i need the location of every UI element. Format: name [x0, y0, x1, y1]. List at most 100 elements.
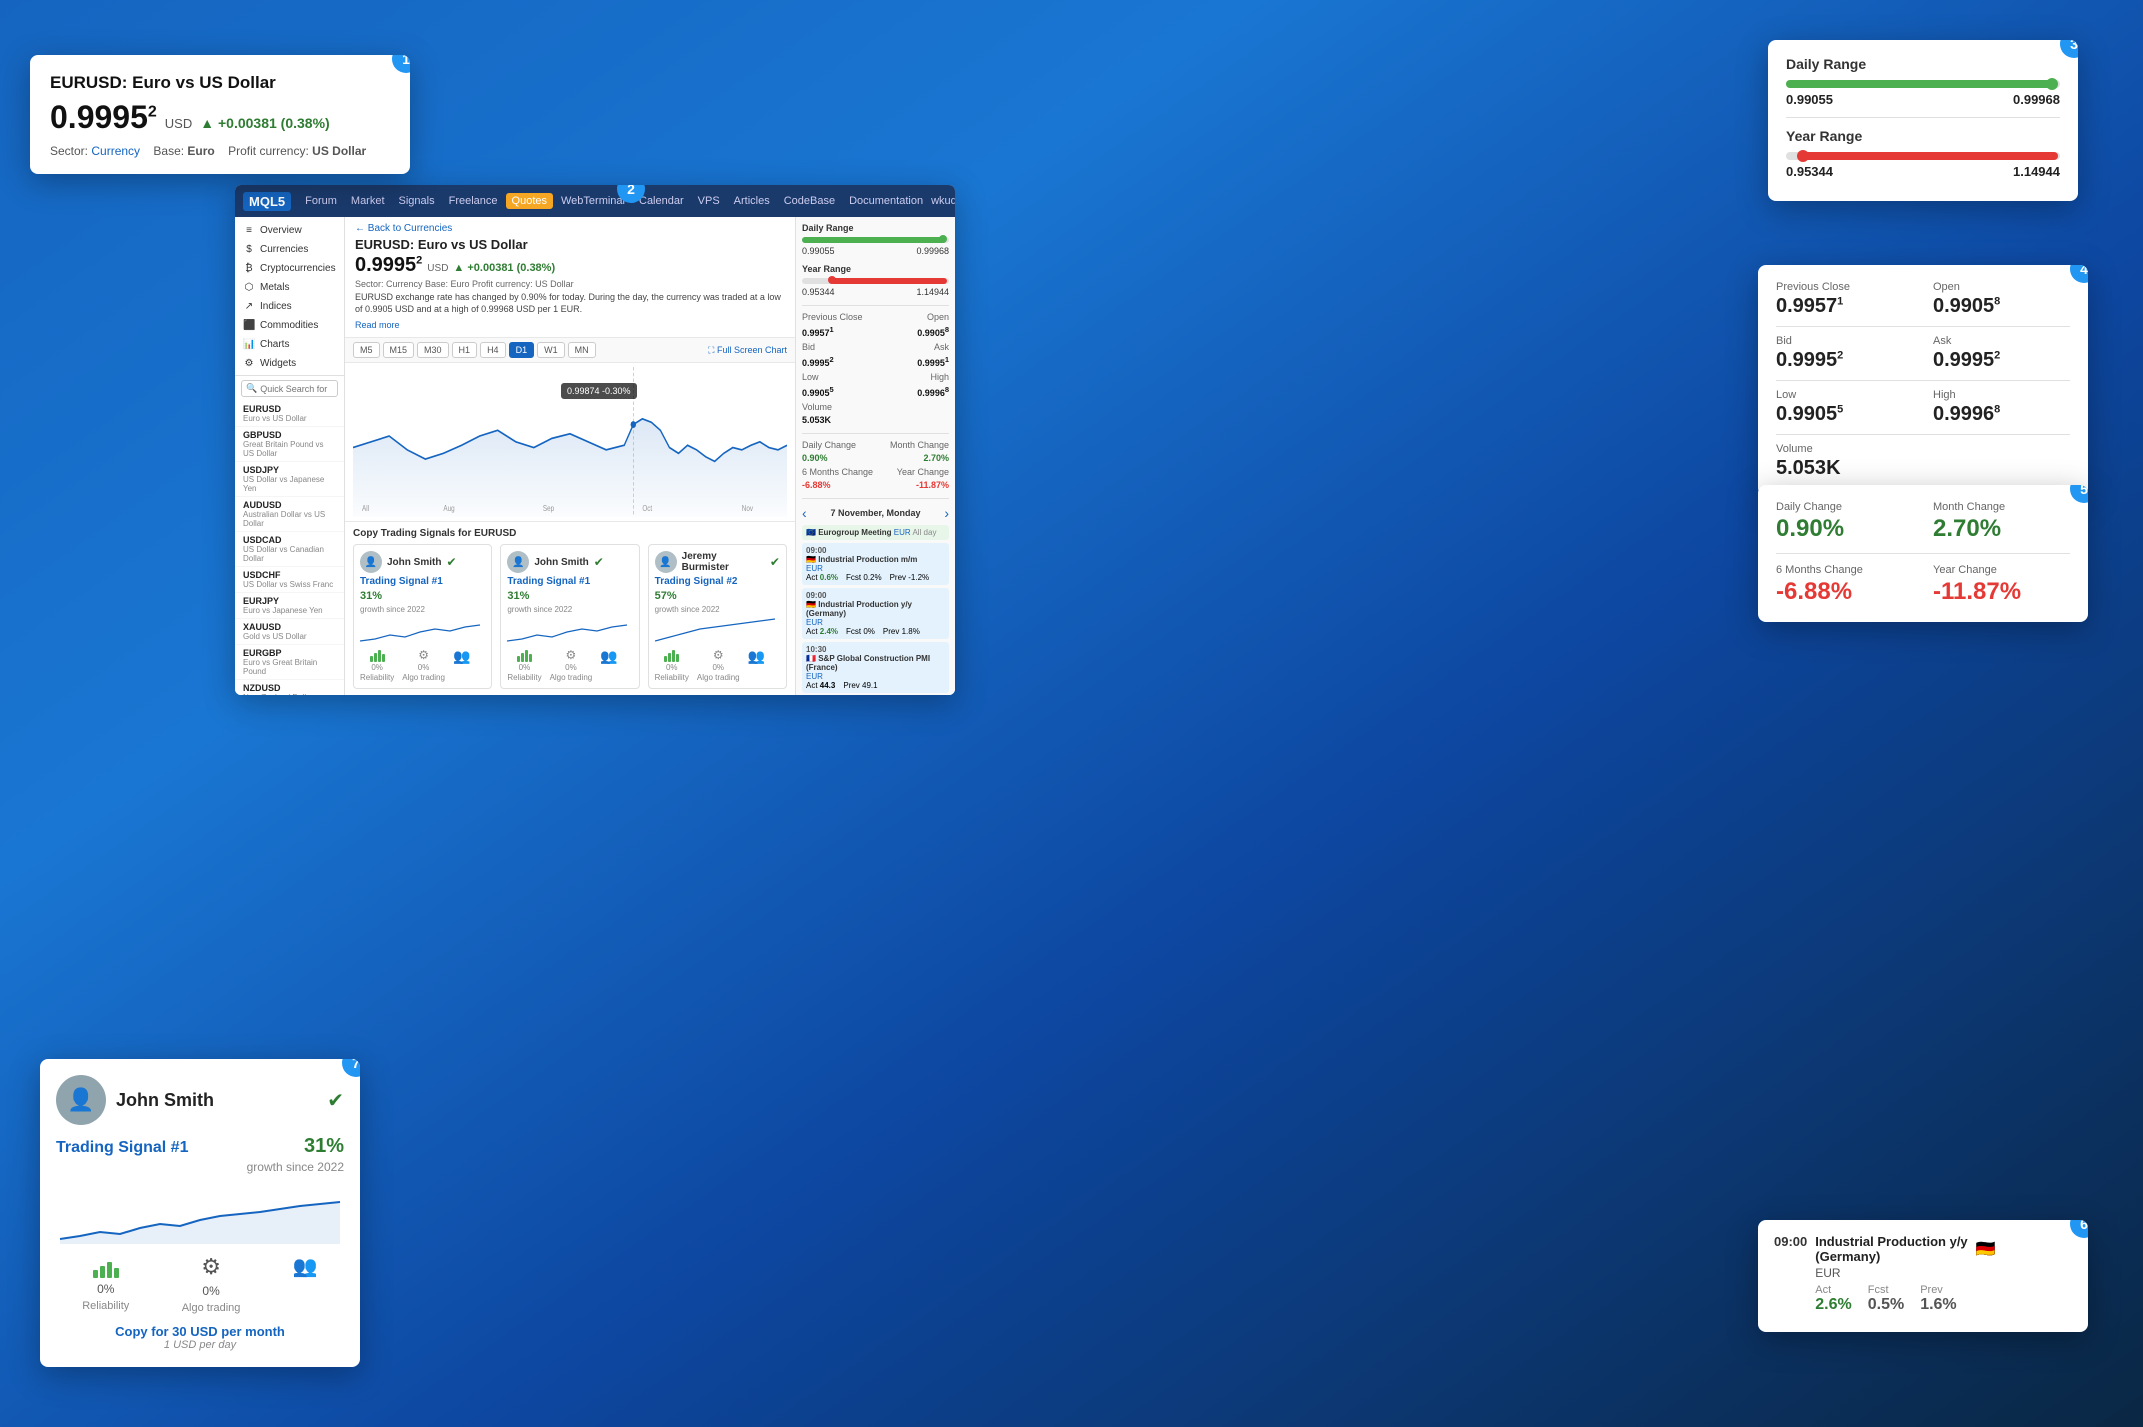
signal-check-icon: ✔	[446, 555, 456, 569]
sidebar-item-indices[interactable]: ↗ Indices	[235, 297, 344, 316]
stat-divider	[1776, 326, 2070, 327]
badge-7: 7	[342, 1059, 360, 1077]
sidebar-item-metals[interactable]: ⬡ Metals	[235, 278, 344, 297]
time-period-bar: M5 M15 M30 H1 H4 D1 W1 MN ⛶ Full Screen …	[345, 338, 795, 363]
signal-chart-mini	[507, 617, 632, 645]
bid-value: 0.99952	[1776, 349, 1913, 372]
nav-freelance[interactable]: Freelance	[443, 193, 504, 209]
event-title-row: Industrial Production y/y (Germany) 🇩🇪	[1815, 1234, 2072, 1264]
sidebar-item-crypto[interactable]: ₿ Cryptocurrencies	[235, 259, 344, 278]
cal-header: ‹ 7 November, Monday ›	[802, 505, 949, 521]
back-link[interactable]: ← Back to Currencies	[355, 223, 785, 234]
badge-6: 6	[2070, 1220, 2088, 1238]
list-item[interactable]: USDJPYUS Dollar vs Japanese Yen	[235, 462, 344, 497]
algo-stat: ⚙ 0% Algo trading	[697, 648, 740, 682]
range-divider	[1786, 117, 2060, 118]
rp-divider-3	[802, 498, 949, 499]
signal-name[interactable]: Trading Signal #1	[56, 1139, 188, 1157]
signal-user-row: 👤 John Smith ✔	[507, 551, 632, 573]
quote-change: ▲ +0.00381 (0.38%)	[200, 115, 329, 131]
sidebar-item-widgets[interactable]: ⚙ Widgets	[235, 354, 344, 373]
search-input[interactable]	[260, 384, 330, 394]
signal-link[interactable]: Trading Signal #1	[507, 576, 632, 587]
event-flag: 🇩🇪	[806, 555, 816, 564]
bar	[664, 656, 667, 662]
sidebar-item-currencies[interactable]: $ Currencies	[235, 240, 344, 259]
list-item[interactable]: GBPUSDGreat Britain Pound vs US Dollar	[235, 427, 344, 462]
badge-4: 4	[2070, 265, 2088, 283]
signal-card: 👤 John Smith ✔ Trading Signal #1 31% gro…	[353, 544, 492, 689]
period-d1[interactable]: D1	[509, 342, 535, 358]
people-icon: 👥	[600, 648, 617, 665]
people-icon: 👥	[293, 1254, 318, 1279]
month-change-section: Month Change 2.70%	[1933, 501, 2070, 543]
list-item[interactable]: NZDUSDNew Zealand Dollar vs US Dollar	[235, 680, 344, 695]
list-item[interactable]: USDCHFUS Dollar vs Swiss Franc	[235, 567, 344, 593]
sidebar-item-overview[interactable]: ≡ Overview	[235, 221, 344, 240]
year-range-container: 0.95344 1.14944	[1786, 152, 2060, 179]
act-value: 2.6%	[1815, 1296, 1851, 1314]
range-dot-red	[1797, 150, 1809, 162]
nav-docs[interactable]: Documentation	[843, 193, 929, 209]
search-bar[interactable]: 🔍	[241, 380, 338, 397]
year-range-title: Year Range	[1786, 128, 2060, 144]
nav-user[interactable]: wkudel	[931, 195, 955, 207]
read-more-link[interactable]: Read more	[355, 320, 400, 330]
nav-codebase[interactable]: CodeBase	[778, 193, 841, 209]
bar	[676, 654, 679, 662]
list-item[interactable]: EURGBPEuro vs Great Britain Pound	[235, 645, 344, 680]
nav-signals[interactable]: Signals	[393, 193, 441, 209]
nav-market[interactable]: Market	[345, 193, 391, 209]
list-item[interactable]: USDCADUS Dollar vs Canadian Dollar	[235, 532, 344, 567]
nav-logo[interactable]: MQL5	[243, 192, 291, 211]
algo-icon: ⚙	[713, 648, 724, 662]
sidebar-item-charts[interactable]: 📊 Charts	[235, 335, 344, 354]
period-m5[interactable]: M5	[353, 342, 380, 358]
cal-prev[interactable]: ‹	[802, 505, 807, 521]
chart-svg-container: 0.99874 -0.30% Al	[345, 363, 795, 521]
nav-vps[interactable]: VPS	[692, 193, 726, 209]
reliability-bars	[370, 648, 385, 662]
sidebar-item-commodities[interactable]: ⬛ Commodities	[235, 316, 344, 335]
rp-divider-2	[802, 433, 949, 434]
copy-price[interactable]: Copy for 30 USD per month	[56, 1324, 344, 1339]
chart-price: 0.99952	[355, 254, 422, 277]
fcst-value: 0.5%	[1868, 1296, 1904, 1314]
cal-next[interactable]: ›	[944, 505, 949, 521]
signal-chart	[56, 1184, 344, 1244]
search-icon-small: 🔍	[246, 383, 257, 394]
list-item[interactable]: AUDUSDAustralian Dollar vs US Dollar	[235, 497, 344, 532]
people-count-stat: 👥	[293, 1254, 318, 1314]
algo-stat: ⚙ 0% Algo trading	[402, 648, 445, 682]
quote-title: EURUSD: Euro vs US Dollar	[50, 73, 390, 93]
period-h1[interactable]: H1	[452, 342, 478, 358]
stat-divider-3	[1776, 434, 2070, 435]
signal-avatar: 👤	[655, 551, 677, 573]
signal-chart-svg	[56, 1184, 344, 1244]
period-m30[interactable]: M30	[417, 342, 449, 358]
sector-link[interactable]: Currency	[91, 144, 140, 158]
period-w1[interactable]: W1	[537, 342, 565, 358]
period-m15[interactable]: M15	[383, 342, 415, 358]
copy-per-day: 1 USD per day	[56, 1339, 344, 1351]
widgets-icon: ⚙	[243, 358, 255, 369]
period-h4[interactable]: H4	[480, 342, 506, 358]
nav-forum[interactable]: Forum	[299, 193, 343, 209]
signal-link[interactable]: Trading Signal #1	[360, 576, 485, 587]
nav-quotes[interactable]: Quotes	[506, 193, 553, 209]
cal-event-pmi: 10:30 🇫🇷 S&P Global Construction PMI (Fr…	[802, 642, 949, 693]
fullscreen-btn[interactable]: ⛶ Full Screen Chart	[708, 342, 787, 358]
reliability-bars	[93, 1254, 119, 1278]
list-item[interactable]: EURUSDEuro vs US Dollar	[235, 401, 344, 427]
event-row: 09:00 Industrial Production y/y (Germany…	[1774, 1234, 2072, 1314]
list-item[interactable]: XAUUSDGold vs US Dollar	[235, 619, 344, 645]
nav-articles[interactable]: Articles	[728, 193, 776, 209]
period-mn[interactable]: MN	[568, 342, 596, 358]
right-panel: Daily Range 0.99055 0.99968 Year Range	[795, 217, 955, 695]
mini-chart-svg	[507, 617, 632, 645]
chart-title: EURUSD: Euro vs US Dollar	[355, 237, 785, 252]
list-item[interactable]: EURJPYEuro vs Japanese Yen	[235, 593, 344, 619]
signal-link[interactable]: Trading Signal #2	[655, 576, 780, 587]
chart-description: EURUSD exchange rate has changed by 0.90…	[355, 292, 785, 315]
bar	[100, 1266, 105, 1278]
